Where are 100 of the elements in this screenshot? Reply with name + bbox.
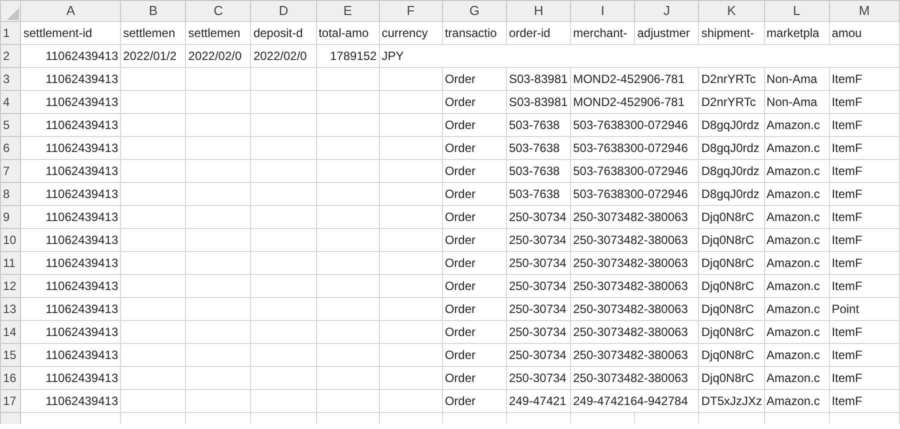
column-header[interactable]: E [316, 0, 380, 21]
table-cell-text: 250-3073482-380063 [573, 208, 688, 226]
table-cell-text: 2022/02/0 [188, 48, 242, 64]
table-cell-text: D8gqJ0rdz [701, 116, 760, 134]
table-cell-text: Order [444, 232, 476, 248]
row-header[interactable]: 14 [0, 320, 21, 343]
table-cell-text: Amazon.c [766, 232, 820, 248]
row-header[interactable]: 17 [0, 389, 21, 412]
table-cell-text: MOND2-452906-781 [573, 94, 684, 110]
table-cell-text: ItemF [832, 254, 862, 272]
row-header[interactable]: 2 [0, 44, 21, 67]
table-cell-text: order-id [508, 24, 550, 42]
table-cell-text: 249-4742164-942784 [573, 392, 688, 410]
table-cell-text: Order [444, 94, 476, 110]
table-cell-text: Order [444, 300, 476, 318]
table-cell-text: ItemF [832, 186, 862, 202]
table-cell-text: merchant- [573, 24, 628, 42]
row-header[interactable]: 4 [0, 90, 21, 113]
table-cell-text: 250-3073482-380063 [573, 278, 688, 294]
table-cell-text: shipment- [701, 24, 754, 42]
column-header[interactable]: F [379, 0, 442, 21]
column-header[interactable]: G [442, 0, 506, 21]
table-cell-text: 250-30734 [508, 254, 566, 272]
column-header[interactable]: H [506, 0, 571, 21]
row-header[interactable]: 15 [0, 343, 21, 366]
table-cell-text: 1789152 [330, 48, 377, 64]
table-cell-text: Point [832, 300, 860, 318]
table-cell-text: settlement-id [23, 24, 92, 42]
table-cell-text: 250-30734 [508, 346, 566, 364]
table-cell-text: S03-83981 [508, 70, 568, 88]
row-header[interactable]: 16 [0, 366, 21, 389]
column-header[interactable]: B [120, 0, 186, 21]
table-cell-text: Amazon.c [766, 254, 820, 272]
column-header[interactable]: C [186, 0, 251, 21]
table-cell-text: Djq0N8rC [701, 300, 754, 318]
table-cell-text: Non-Ama [766, 94, 818, 110]
table-cell-text: Order [444, 346, 476, 364]
table-cell-text: 250-3073482-380063 [573, 346, 688, 364]
table-cell-text: 250-30734 [508, 208, 566, 226]
table-cell-text: Djq0N8rC [701, 208, 754, 226]
table-cell-text: 11062439413 [46, 208, 118, 226]
row-header[interactable]: 9 [0, 205, 21, 228]
row-header[interactable]: 3 [0, 67, 21, 90]
column-header[interactable]: M [829, 0, 900, 21]
table-cell-text: Non-Ama [766, 70, 818, 88]
table-cell-text: Order [444, 370, 476, 386]
table-cell-text: 11062439413 [46, 324, 118, 340]
table-cell-text: 250-3073482-380063 [573, 232, 688, 248]
column-header[interactable]: I [570, 0, 635, 21]
table-cell-text: 503-7638300-072946 [573, 162, 688, 180]
table-cell-text: Order [444, 278, 476, 294]
table-cell-text: 11062439413 [46, 278, 118, 294]
table-cell-text: ItemF [832, 370, 862, 386]
table-cell-text: settlemen [123, 24, 176, 42]
column-header[interactable]: A [20, 0, 121, 21]
table-cell-text: MOND2-452906-781 [573, 70, 684, 88]
table-cell-text: 11062439413 [46, 116, 118, 134]
table-cell-text: deposit-d [253, 24, 303, 42]
row-header[interactable]: 7 [0, 159, 21, 182]
table-cell-text: marketpla [766, 24, 820, 42]
table-cell-text: Order [444, 324, 476, 340]
row-header[interactable]: 5 [0, 113, 21, 136]
column-header[interactable]: L [764, 0, 830, 21]
row-header[interactable]: 11 [0, 251, 21, 274]
row-header[interactable]: 10 [0, 228, 21, 251]
table-cell-text: Amazon.c [766, 346, 820, 364]
table-cell-text: Amazon.c [766, 300, 820, 318]
table-cell-text: Amazon.c [766, 162, 820, 180]
table-cell-text: currency [382, 24, 428, 42]
column-header[interactable]: D [250, 0, 316, 21]
table-cell-text: Amazon.c [766, 392, 820, 410]
table-cell-text: ItemF [832, 70, 862, 88]
table-cell-text: S03-83981 [508, 94, 568, 110]
table-cell-text: D2nrYRTc [701, 70, 756, 88]
table-cell-text: 11062439413 [46, 254, 118, 272]
table-cell-text: 2022/01/2 [123, 48, 177, 64]
table-cell-text: 11062439413 [46, 370, 118, 386]
table-cell-text: ItemF [832, 346, 862, 364]
table-cell-text: ItemF [832, 232, 862, 248]
row-header[interactable]: 6 [0, 136, 21, 159]
table-cell-text: 11062439413 [46, 300, 118, 318]
row-header[interactable]: 12 [0, 274, 21, 297]
column-header[interactable]: J [634, 0, 699, 21]
table-cell-text: ItemF [832, 116, 862, 134]
table-cell-text: 503-7638300-072946 [573, 186, 688, 202]
table-cell-text: ItemF [832, 162, 862, 180]
table-cell-text: 250-3073482-380063 [573, 324, 688, 340]
table-cell-text: Amazon.c [766, 116, 820, 134]
table-cell-text: 250-3073482-380063 [573, 300, 688, 318]
row-header[interactable]: 13 [0, 297, 21, 320]
table-cell-text: Amazon.c [766, 140, 820, 156]
table-cell-text: Order [444, 162, 476, 180]
column-header[interactable]: K [698, 0, 764, 21]
table-cell-text: D8gqJ0rdz [701, 140, 760, 156]
row-header[interactable]: 8 [0, 182, 21, 205]
table-cell-text: 250-3073482-380063 [573, 254, 688, 272]
table-cell-text: Amazon.c [766, 208, 820, 226]
table-cell-text: amou [832, 24, 862, 42]
table-cell-text: ItemF [832, 94, 862, 110]
row-header[interactable]: 1 [0, 21, 21, 44]
